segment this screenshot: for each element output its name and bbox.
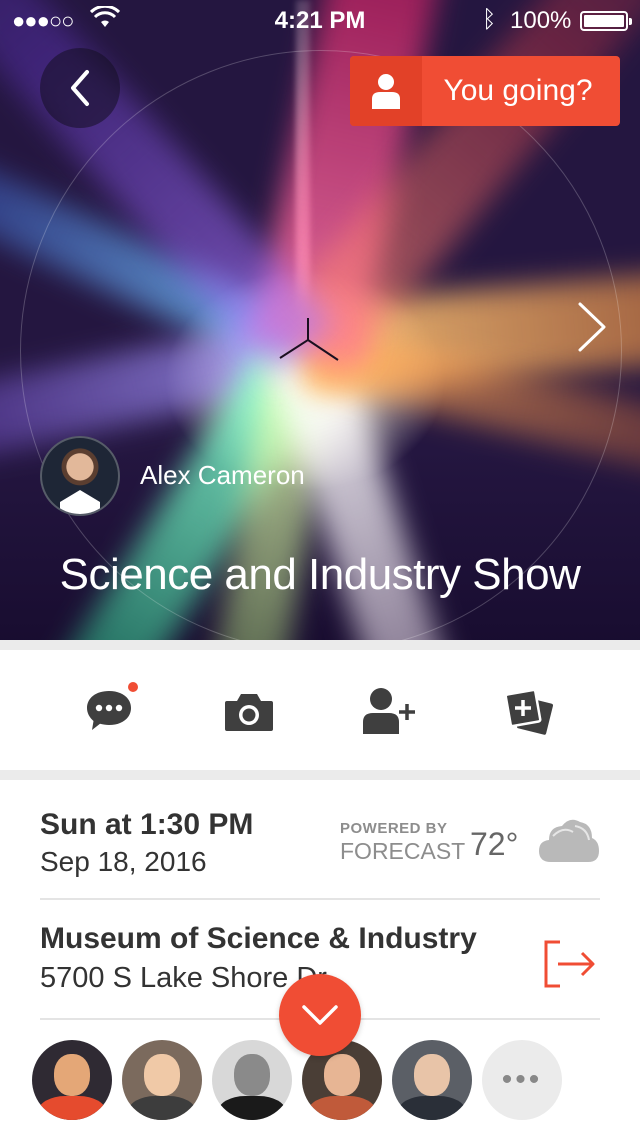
- photo-button[interactable]: [214, 676, 284, 746]
- chevron-down-icon: [302, 1005, 338, 1025]
- attendee-face: [144, 1054, 180, 1096]
- attendee-face: [324, 1054, 360, 1096]
- directions-icon: [544, 940, 595, 988]
- row-divider: [40, 898, 600, 900]
- back-button[interactable]: [40, 48, 120, 128]
- event-date: Sep 18, 2016: [40, 846, 207, 877]
- attendee-shirt: [128, 1096, 196, 1120]
- attendee-shirt: [38, 1096, 106, 1120]
- attendee-avatar[interactable]: [212, 1040, 292, 1120]
- chevron-left-icon: [71, 70, 89, 106]
- section-divider: [0, 640, 640, 650]
- battery-icon: [580, 11, 632, 31]
- chat-bubble-icon: [87, 691, 131, 730]
- next-button[interactable]: [572, 300, 612, 359]
- attendee-avatar[interactable]: [122, 1040, 202, 1120]
- notification-dot: [128, 682, 138, 692]
- rsvp-button[interactable]: You going?: [350, 56, 620, 126]
- chevron-right-icon: [578, 302, 606, 352]
- invite-button[interactable]: [354, 676, 424, 746]
- add-card-icon: [504, 688, 554, 735]
- host-avatar[interactable]: [40, 436, 120, 516]
- attendee-shirt: [398, 1096, 466, 1120]
- add-person-icon: [363, 688, 415, 734]
- bluetooth-icon: ᛒ: [482, 6, 497, 33]
- add-to-calendar-button[interactable]: [494, 676, 564, 746]
- status-bar: ●●●○○ 4:21 PM ᛒ 100%: [0, 0, 640, 40]
- expand-details-button[interactable]: [279, 974, 361, 1056]
- weather-provider[interactable]: FORECAST: [340, 838, 465, 865]
- attendee-avatar[interactable]: [392, 1040, 472, 1120]
- camera-icon: [225, 694, 273, 731]
- attendee-face: [414, 1054, 450, 1096]
- directions-button[interactable]: [540, 938, 600, 995]
- event-day-time: Sun at 1:30 PM: [40, 808, 254, 841]
- attendee-face: [234, 1054, 270, 1096]
- host-name[interactable]: Alex Cameron: [140, 460, 305, 491]
- host-avatar-shirt: [60, 490, 100, 514]
- weather-powered-by: POWERED BY: [340, 820, 448, 837]
- more-attendees-button[interactable]: •••: [482, 1040, 562, 1120]
- battery-percentage: 100%: [510, 7, 572, 34]
- event-title: Science and Industry Show: [59, 550, 581, 599]
- section-divider: [0, 770, 640, 780]
- venue-name[interactable]: Museum of Science & Industry: [40, 922, 477, 956]
- venue-address[interactable]: 5700 S Lake Shore Dr: [40, 962, 327, 995]
- attendee-face: [54, 1054, 90, 1096]
- comments-button[interactable]: [74, 676, 144, 746]
- weather-temperature: 72°: [470, 826, 519, 862]
- action-bar: [0, 650, 640, 770]
- person-icon: [350, 56, 422, 126]
- cloud-icon: [539, 819, 599, 862]
- attendee-avatar[interactable]: [32, 1040, 112, 1120]
- attendee-shirt: [218, 1096, 286, 1120]
- attendee-shirt: [308, 1096, 376, 1120]
- rsvp-label: You going?: [443, 74, 593, 107]
